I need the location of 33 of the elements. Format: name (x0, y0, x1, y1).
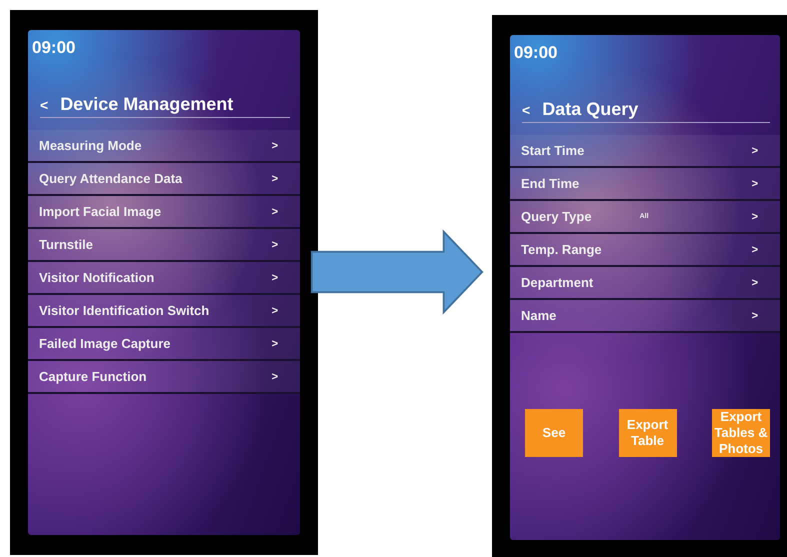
chevron: > (752, 178, 758, 190)
chevron: > (272, 140, 278, 152)
menu-item[interactable]: End Time > (510, 168, 780, 201)
back-button[interactable]: < (522, 102, 530, 118)
chevron: > (272, 370, 278, 382)
clock-time: 09:00 (513, 42, 558, 63)
chevron: > (752, 310, 758, 322)
chevron: > (752, 210, 758, 222)
menu-item[interactable]: Visitor Identification Switch > (28, 295, 300, 328)
chevron: > (272, 206, 278, 218)
screen-title: Device Management (60, 94, 234, 115)
chevron: > (272, 172, 278, 184)
clock-time: 09:00 (31, 37, 76, 58)
menu-item[interactable]: Temp. Range > (510, 234, 780, 267)
menu-item[interactable]: Import Facial Image > (28, 196, 300, 229)
menu-item[interactable]: Failed Image Capture > (28, 328, 300, 361)
chevron: > (752, 244, 758, 256)
menu-item[interactable]: Measuring Mode > (28, 130, 300, 163)
chevron: > (272, 304, 278, 316)
chevron: > (752, 144, 758, 156)
screen-title: Data Query (542, 99, 638, 120)
menu-item[interactable]: Department > (510, 267, 780, 300)
chevron: > (752, 276, 758, 288)
menu-item[interactable]: Name > (510, 300, 780, 333)
menu-item[interactable]: Capture Function > (28, 361, 300, 394)
menu-item[interactable]: Query Attendance Data > (28, 163, 300, 196)
chevron: > (272, 338, 278, 350)
chevron: > (272, 238, 278, 250)
back-button[interactable]: < (40, 96, 48, 112)
chevron: > (272, 272, 278, 284)
menu-item[interactable]: Start Time > (510, 135, 780, 168)
menu-item[interactable]: Turnstile > (28, 229, 300, 262)
menu-item[interactable]: Visitor Notification > (28, 262, 300, 295)
